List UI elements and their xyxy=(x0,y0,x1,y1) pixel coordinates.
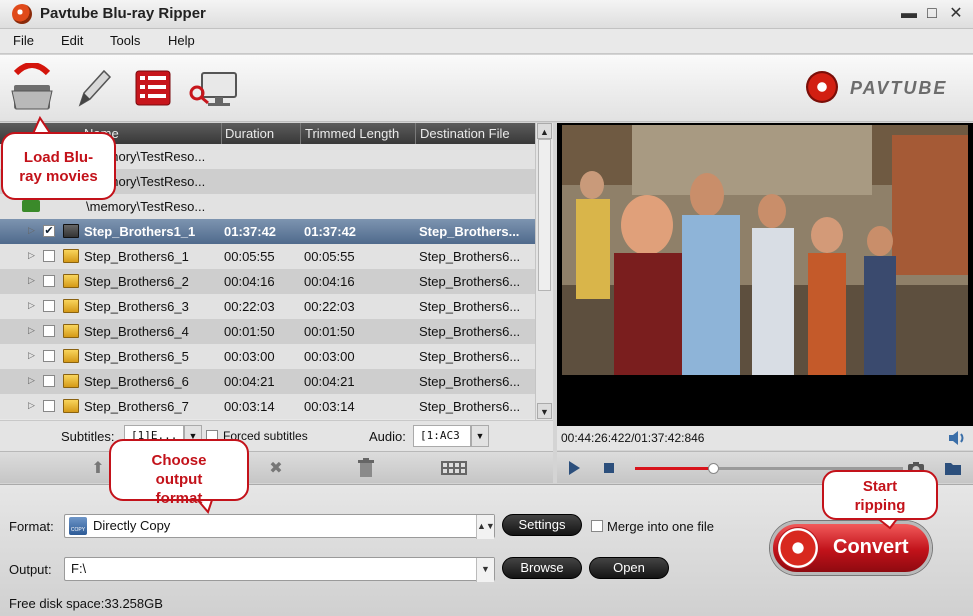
callout-load: Load Blu-ray movies xyxy=(1,132,116,200)
callout-start: Start ripping xyxy=(822,470,938,520)
callout-pointers xyxy=(30,115,903,530)
callout-format: Choose output format xyxy=(109,439,249,507)
